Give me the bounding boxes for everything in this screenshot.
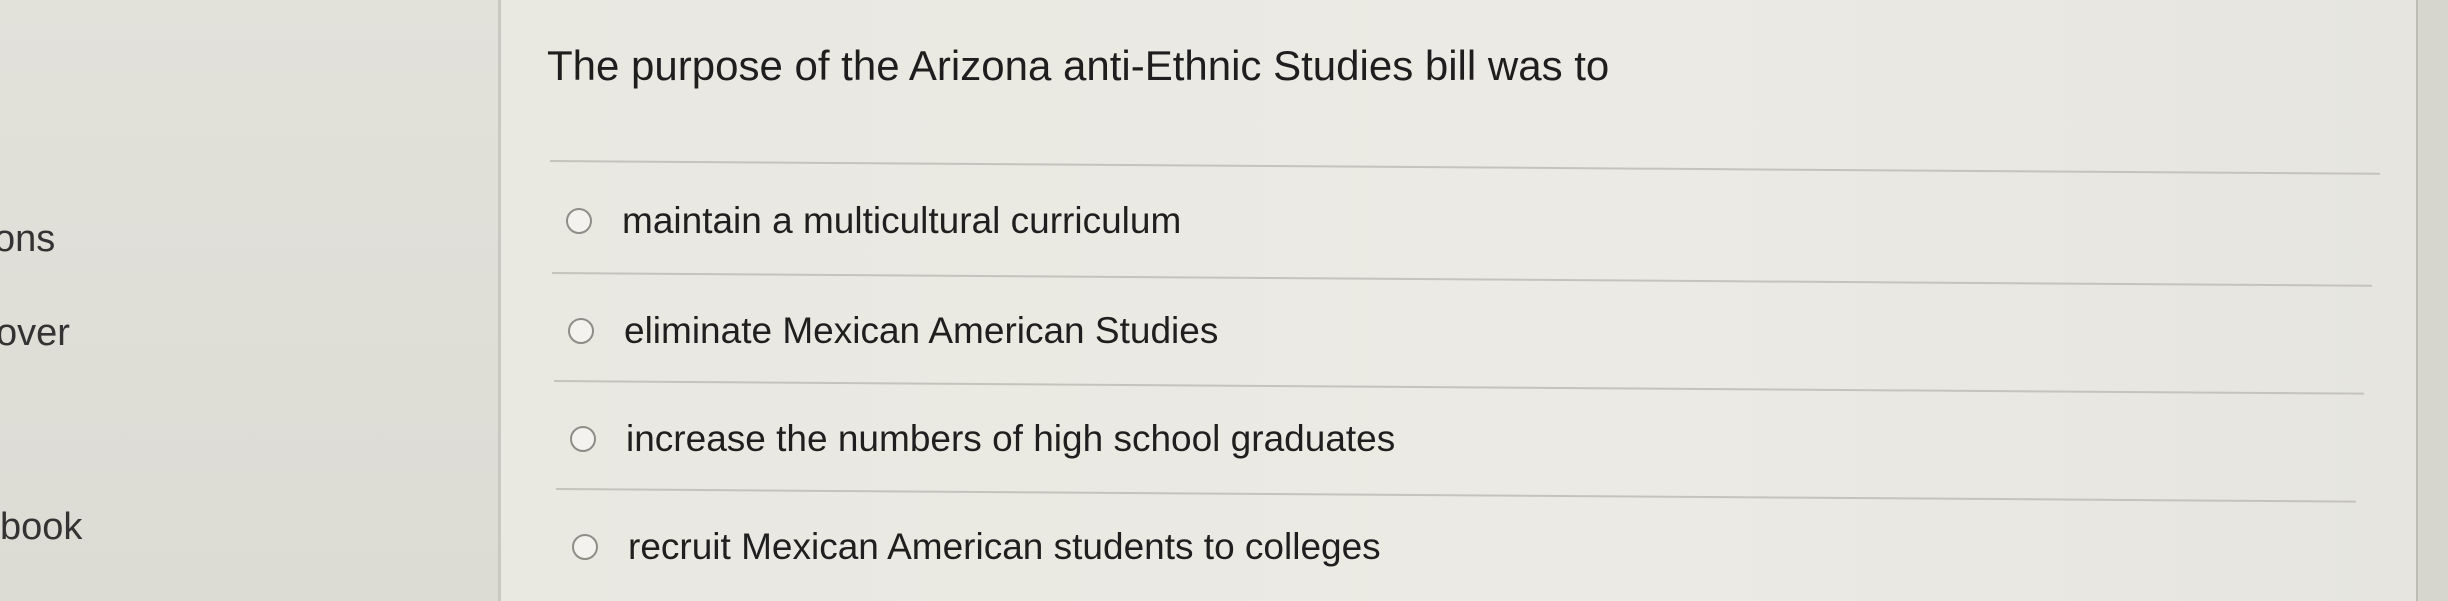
answer-option[interactable]: maintain a multicultural curriculum	[566, 200, 1181, 242]
panel-edge	[2416, 0, 2448, 601]
answer-option-label: increase the numbers of high school grad…	[626, 418, 1396, 459]
radio-button[interactable]	[572, 534, 598, 560]
question-panel	[501, 0, 2416, 601]
sidebar-item-book[interactable]: book	[0, 506, 82, 549]
sidebar: ons over book	[0, 0, 500, 601]
radio-button[interactable]	[566, 208, 592, 234]
answer-option[interactable]: increase the numbers of high school grad…	[570, 418, 1395, 460]
answer-option[interactable]: eliminate Mexican American Studies	[568, 310, 1218, 352]
sidebar-item-ons[interactable]: ons	[0, 218, 55, 261]
answer-option[interactable]: recruit Mexican American students to col…	[572, 526, 1381, 568]
answer-option-label: maintain a multicultural curriculum	[622, 200, 1182, 241]
question-text: The purpose of the Arizona anti-Ethnic S…	[547, 42, 1610, 89]
radio-button[interactable]	[570, 426, 596, 452]
radio-button[interactable]	[568, 318, 594, 344]
answer-option-label: recruit Mexican American students to col…	[628, 526, 1381, 567]
answer-option-label: eliminate Mexican American Studies	[624, 310, 1219, 351]
sidebar-item-over[interactable]: over	[0, 312, 70, 355]
